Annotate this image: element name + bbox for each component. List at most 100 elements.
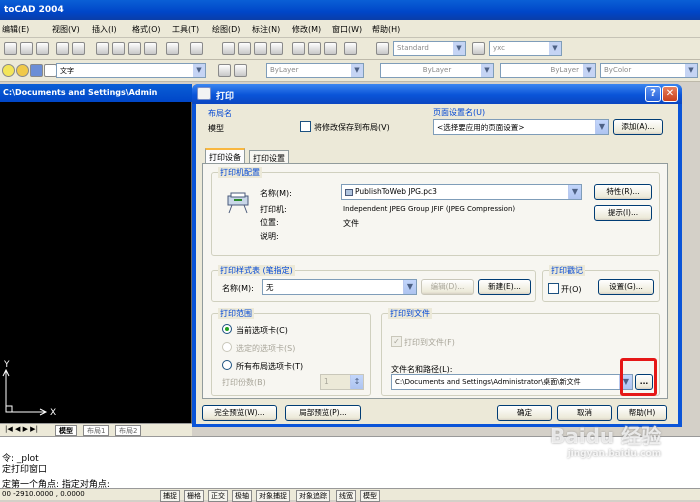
properties-button[interactable]: 特性(R)... [594,184,652,200]
color-select[interactable]: ByLayer ▼ [266,63,364,78]
menu-help[interactable]: 帮助(H) [372,24,400,35]
print-icon[interactable] [56,42,69,55]
ucs-x-label: X [50,408,57,418]
lineweight-select[interactable]: ByLayer ▼ [500,63,596,78]
designcenter-icon[interactable] [308,42,321,55]
otrack-toggle[interactable]: 对象追踪 [296,490,330,502]
text-style-select[interactable]: Standard ▼ [393,41,466,56]
dim-style-icon[interactable] [472,42,485,55]
layer-previous-icon[interactable] [234,64,247,77]
cut-icon[interactable] [96,42,109,55]
file-path-select[interactable]: C:\Documents and Settings\Administrator\… [391,374,633,390]
copies-label: 打印份数(B) [222,378,266,387]
help-icon[interactable] [344,42,357,55]
text-style-icon[interactable] [376,42,389,55]
tab-nav-arrows[interactable]: |◀ ◀ ▶ ▶| [2,425,41,436]
plot-to-file-checkbox[interactable]: ✓ [391,336,402,347]
app-title-bar: toCAD 2004 [0,0,700,20]
menu-dimension[interactable]: 标注(N) [252,24,280,35]
printer-name-select[interactable]: PublishToWeb JPG.pc3 ▼ [341,184,582,200]
new-style-button[interactable]: 新建(E)... [478,279,531,295]
add-page-setup-button[interactable]: 添加(A)... [613,119,663,135]
save-to-layout-label: 将修改保存到布局(V) [314,123,390,132]
hints-button[interactable]: 提示(I)... [594,205,652,221]
paste-icon[interactable] [128,42,141,55]
printer-value: Independent JPEG Group JFIF (JPEG Compre… [343,205,516,213]
dialog-title: 打印 [216,92,235,102]
range-all-radio[interactable] [222,360,232,370]
menu-window[interactable]: 窗口(W) [332,24,362,35]
range-current-label: 当前选项卡(C) [236,326,288,335]
undo-icon[interactable] [166,42,179,55]
copy-icon[interactable] [112,42,125,55]
tab-model[interactable]: 模型 [55,425,77,436]
layout-name-value: 模型 [208,124,224,133]
new-icon[interactable] [4,42,17,55]
make-current-layer-icon[interactable] [218,64,231,77]
layers-toolbar: 文字 ▼ ByLayer ▼ ByLayer ▼ ByLayer ▼ ByColor ▼ [0,60,700,82]
plot-stamp-label: 开(O) [561,285,582,294]
ortho-toggle[interactable]: 正交 [208,490,228,502]
menu-view[interactable]: 视图(V) [52,24,80,35]
menu-edit[interactable]: 编辑(E) [2,24,29,35]
plot-stamp-checkbox[interactable] [548,283,559,294]
matchprop-icon[interactable] [144,42,157,55]
menu-format[interactable]: 格式(O) [132,24,161,35]
location-value: 文件 [343,219,359,228]
menu-insert[interactable]: 插入(I) [92,24,117,35]
menu-tools[interactable]: 工具(T) [172,24,199,35]
zoom-previous-icon[interactable] [270,42,283,55]
zoom-realtime-icon[interactable] [238,42,251,55]
range-selected-label: 选定的选项卡(S) [236,344,296,353]
stamp-settings-button[interactable]: 设置(G)... [598,279,654,295]
dim-style-select[interactable]: yxc ▼ [489,41,562,56]
pan-icon[interactable] [222,42,235,55]
toolpalette-icon[interactable] [324,42,337,55]
redo-icon[interactable] [190,42,203,55]
menu-bar: 编辑(E) 视图(V) 插入(I) 格式(O) 工具(T) 绘图(D) 标注(N… [0,20,700,38]
lineweight-toggle[interactable]: 线宽 [336,490,356,502]
layer-select[interactable]: 文字 ▼ [56,63,206,78]
description-label: 说明: [260,232,279,241]
snap-toggle[interactable]: 捕捉 [160,490,180,502]
print-dialog-title-bar: 打印 [192,84,682,104]
plot-style-select[interactable]: 无 ▼ [262,279,417,295]
plotstyle-select[interactable]: ByColor ▼ [600,63,698,78]
save-icon[interactable] [36,42,49,55]
linetype-select[interactable]: ByLayer ▼ [380,63,494,78]
lock-icon [30,64,43,77]
properties-icon[interactable] [292,42,305,55]
page-setup-select[interactable]: <选择要应用的页面设置> ▼ [433,119,609,135]
menu-modify[interactable]: 修改(M) [292,24,321,35]
zoom-window-icon[interactable] [254,42,267,55]
tab-layout2[interactable]: 布局2 [115,425,142,436]
preview-icon[interactable] [72,42,85,55]
range-selected-radio[interactable] [222,342,232,352]
cancel-button[interactable]: 取消 [557,405,612,421]
partial-preview-button[interactable]: 局部预览(P)... [285,405,361,421]
ok-button[interactable]: 确定 [497,405,552,421]
printer-small-icon [345,188,353,196]
full-preview-button[interactable]: 完全预览(W)... [202,405,277,421]
model-toggle[interactable]: 模型 [360,490,380,502]
coordinates-readout: 00 -2910.0000 , 0.0000 [2,490,85,498]
menu-draw[interactable]: 绘图(D) [212,24,240,35]
save-to-layout-checkbox[interactable] [300,121,311,132]
baidu-watermark: Baidu 经验 jingyan.baidu.com [550,424,662,459]
edit-style-button[interactable]: 编辑(D)... [421,279,474,295]
app-title: toCAD 2004 [4,5,64,15]
close-icon[interactable]: ✕ [662,86,678,102]
copies-spinner[interactable]: 1 ↕ [320,374,364,390]
status-bar: 00 -2910.0000 , 0.0000 捕捉 栅格 正交 极轴 对象捕捉 … [0,488,700,502]
help-button[interactable]: 帮助(H) [617,405,667,421]
plotter-icon [227,192,249,214]
range-current-radio[interactable] [222,324,232,334]
tab-layout1[interactable]: 布局1 [83,425,110,436]
command-line-2: 定打印窗口 [2,465,48,475]
grid-toggle[interactable]: 栅格 [184,490,204,502]
osnap-toggle[interactable]: 对象捕捉 [256,490,290,502]
help-title-button[interactable]: ? [645,86,661,102]
style-name-label: 名称(M): [222,284,254,293]
polar-toggle[interactable]: 极轴 [232,490,252,502]
open-icon[interactable] [20,42,33,55]
